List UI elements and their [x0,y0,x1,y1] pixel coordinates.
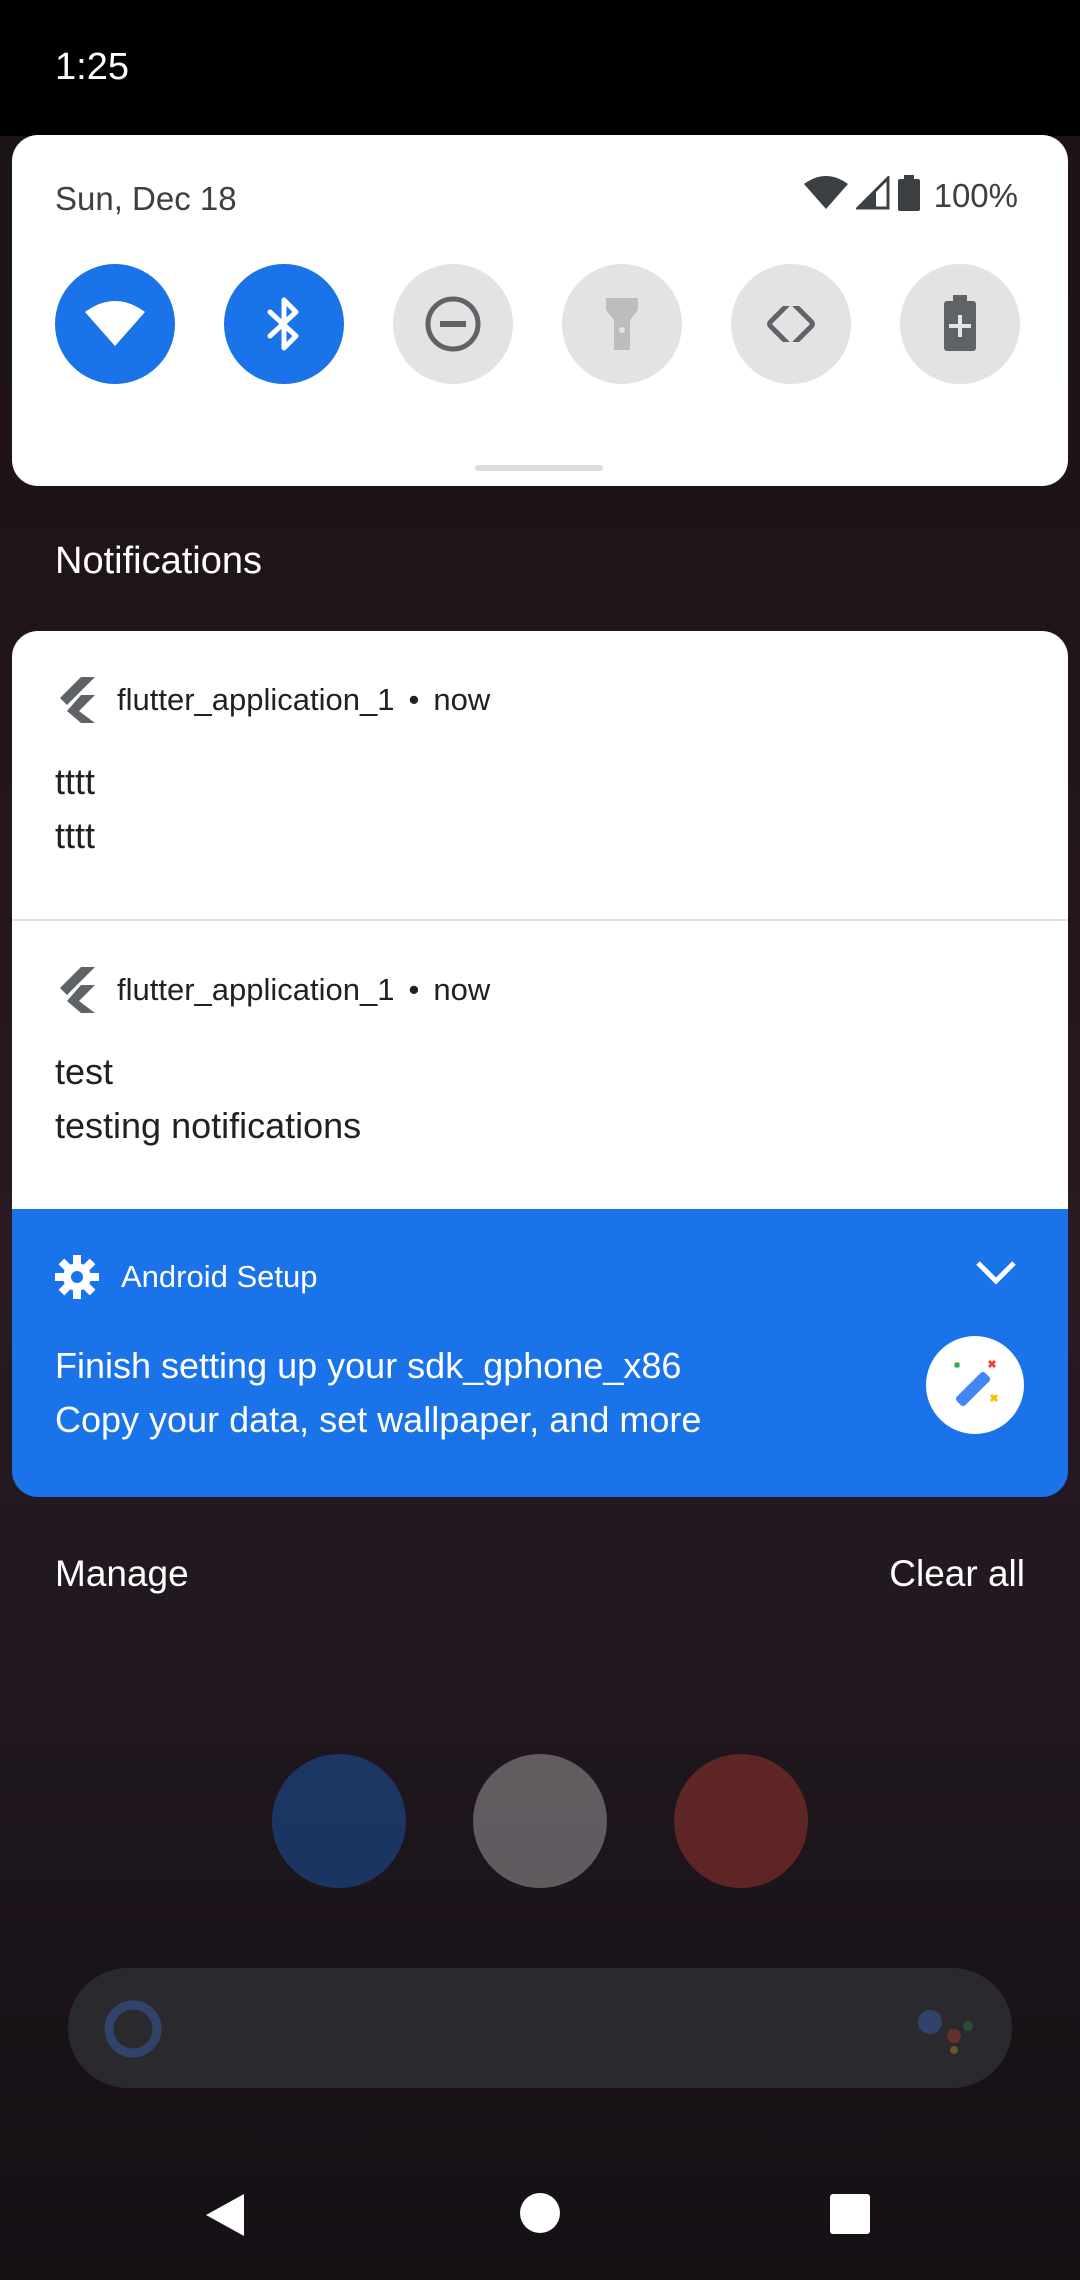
google-logo-icon [104,2000,162,2058]
flashlight-tile[interactable] [562,264,682,384]
notification-body: tttt [55,815,96,856]
google-search-bar [68,1968,1012,2088]
setup-title: Finish setting up your sdk_gphone_x86 [55,1345,682,1386]
clear-all-button[interactable]: Clear all [889,1553,1025,1595]
setup-app-name: Android Setup [121,1259,318,1294]
battery-saver-tile[interactable] [900,264,1020,384]
gear-icon [55,1255,99,1299]
bluetooth-icon [267,297,299,351]
cell-signal-icon [853,174,890,215]
chevron-down-icon[interactable] [974,1259,1018,1292]
navigation-bar [0,2150,1080,2280]
qs-status-icons: 100% [803,174,1018,216]
back-icon[interactable] [204,2192,246,2243]
notification-app-name: flutter_application_1 [117,972,395,1007]
setup-app-row: Android Setup [55,1255,317,1299]
auto-rotate-tile[interactable] [731,264,851,384]
notification-app-row: flutter_application_1 • now [55,967,490,1013]
notification-title: test [55,1051,114,1092]
recents-icon[interactable] [828,2192,872,2241]
notification-time: now [433,682,491,717]
notification-separator: • [408,682,420,717]
wifi-tile[interactable] [55,264,175,384]
battery-saver-icon [944,295,976,351]
wifi-icon [85,301,145,346]
notification-separator: • [408,972,420,1007]
battery-percent: 100% [933,176,1018,214]
notifications-header: Notifications [55,540,262,582]
messages-app-icon [272,1754,406,1888]
flutter-icon [60,967,95,1013]
setup-body: Copy your data, set wallpaper, and more [55,1399,702,1440]
qs-date[interactable]: Sun, Dec 18 [55,180,237,218]
battery-icon [897,175,920,216]
notification-app-name: flutter_application_1 [117,682,395,717]
flutter-icon [60,677,95,723]
chrome-app-icon [674,1754,808,1888]
home-icon[interactable] [519,2192,561,2239]
status-time: 1:25 [55,46,129,88]
setup-notification-card[interactable]: Android Setup Finish setting up your sdk… [12,1209,1068,1497]
quick-settings-panel: Sun, Dec 18 100% [12,135,1068,486]
do-not-disturb-icon [425,296,481,352]
notification-time: now [433,972,491,1007]
notification-body: testing notifications [55,1105,362,1146]
assistant-icon [918,2010,973,2054]
notification-card[interactable]: flutter_application_1 • now test testing… [12,921,1068,1209]
notification-title: tttt [55,761,96,802]
bluetooth-tile[interactable] [224,264,344,384]
status-bar: 1:25 [0,0,1080,136]
play-store-app-icon [473,1754,607,1888]
manage-button[interactable]: Manage [55,1553,189,1595]
qs-drag-handle[interactable] [475,465,603,471]
magic-wand-icon [926,1336,1024,1434]
do-not-disturb-tile[interactable] [393,264,513,384]
wifi-signal-icon [803,176,848,215]
notification-card[interactable]: flutter_application_1 • now tttt tttt [12,631,1068,920]
flashlight-icon [606,298,638,350]
auto-rotate-icon [767,296,815,352]
notification-app-row: flutter_application_1 • now [55,677,490,723]
